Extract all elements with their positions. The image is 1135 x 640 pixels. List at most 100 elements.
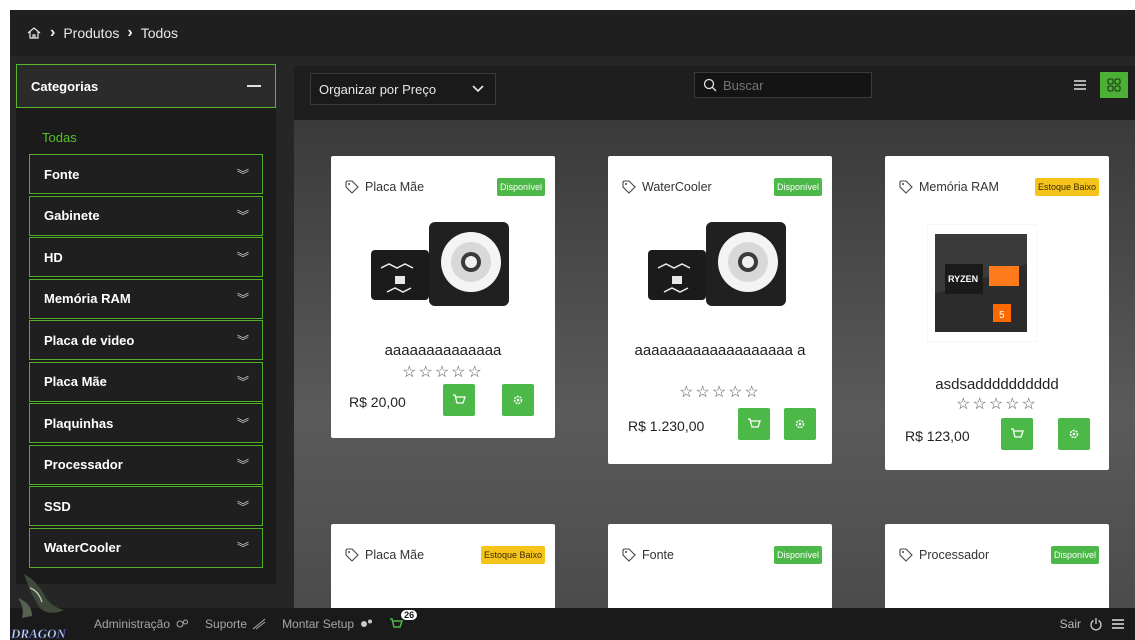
nav-support[interactable]: Suporte <box>205 617 266 631</box>
product-card[interactable]: Memória RAM Estoque Baixo RYZEN 5 asdsad… <box>885 156 1109 470</box>
settings-button[interactable] <box>1058 418 1090 450</box>
category-label: Gabinete <box>44 208 100 223</box>
nav-build-setup[interactable]: Montar Setup <box>282 617 373 631</box>
product-card[interactable]: WaterCooler Disponível aaaaaaaaaaaaaaaaa… <box>608 156 832 464</box>
app-window: › Produtos › Todos Categorias Todas Font… <box>10 10 1135 640</box>
product-price: R$ 20,00 <box>349 394 406 410</box>
chevron-down-icon: ︾ <box>236 333 249 348</box>
collapse-icon[interactable] <box>247 85 261 87</box>
breadcrumb-separator: › <box>127 24 133 41</box>
settings-button[interactable] <box>784 408 816 440</box>
add-to-cart-button[interactable] <box>738 408 770 440</box>
search-box[interactable] <box>694 72 872 98</box>
category-item-placa-de-video[interactable]: Placa de video ︾ <box>29 320 263 360</box>
status-badge: Disponível <box>773 178 822 196</box>
category-label: Placa de video <box>44 332 135 348</box>
chevron-down-icon: ︾ <box>236 250 249 265</box>
card-category-label: Fonte <box>642 548 674 562</box>
tag-icon <box>899 548 913 562</box>
nav-admin[interactable]: Administração <box>94 617 189 631</box>
card-header: Placa Mãe Disponível <box>345 178 545 196</box>
tag-icon <box>345 548 359 562</box>
bottom-nav: Administração Suporte Montar Setup 26 Sa… <box>10 608 1135 640</box>
card-header: Placa Mãe Estoque Baixo <box>345 546 545 564</box>
card-category-label: Memória RAM <box>919 180 999 194</box>
product-price: R$ 1.230,00 <box>628 418 705 434</box>
card-header: Fonte Disponível <box>622 546 822 564</box>
search-input[interactable] <box>723 77 863 93</box>
grid-view-button[interactable] <box>1100 72 1128 98</box>
breadcrumb-item-produtos[interactable]: Produtos <box>63 25 119 41</box>
search-icon <box>703 78 717 92</box>
category-item-placa-mae[interactable]: Placa Mãe ︾ <box>29 361 263 402</box>
breadcrumb-separator: › <box>50 24 56 41</box>
category-item-processador[interactable]: Processador ︾ <box>29 444 263 485</box>
card-category-label: WaterCooler <box>642 180 712 194</box>
gears-icon <box>361 619 373 627</box>
card-header: Processador Disponível <box>899 546 1099 564</box>
rating-stars[interactable]: ☆☆☆☆☆ <box>885 394 1109 414</box>
card-category: Memória RAM <box>899 180 999 194</box>
category-label: SSD <box>44 498 71 514</box>
cart-icon <box>390 618 404 628</box>
add-to-cart-button[interactable] <box>443 384 475 416</box>
sort-select[interactable]: Organizar por Preço <box>310 73 496 105</box>
category-item-ssd[interactable]: SSD ︾ <box>29 486 263 526</box>
card-category-label: Processador <box>919 548 990 562</box>
product-price: R$ 123,00 <box>905 428 970 444</box>
categories-header[interactable]: Categorias <box>16 64 276 108</box>
svg-text:RYZEN: RYZEN <box>948 274 978 284</box>
category-item-fonte[interactable]: Fonte ︾ <box>29 154 263 194</box>
card-category: Placa Mãe <box>345 180 424 194</box>
chevron-down-icon: ︾ <box>236 167 249 182</box>
category-label: HD <box>44 249 63 265</box>
list-view-button[interactable] <box>1068 72 1092 98</box>
category-item-hd[interactable]: HD ︾ <box>29 237 263 277</box>
add-to-cart-button[interactable] <box>1001 418 1033 450</box>
category-item-plaquinhas[interactable]: Plaquinhas ︾ <box>29 403 263 443</box>
breadcrumb-item-todos[interactable]: Todos <box>141 25 178 41</box>
category-item-memoria-ram[interactable]: Memória RAM ︾ <box>29 278 263 319</box>
category-label: WaterCooler <box>44 540 121 555</box>
category-all-link[interactable]: Todas <box>42 130 77 145</box>
chevron-down-icon: ︾ <box>236 375 249 389</box>
category-item-gabinete[interactable]: Gabinete ︾ <box>29 195 263 236</box>
settings-button[interactable] <box>502 384 534 416</box>
product-card[interactable]: Fonte Disponível <box>608 524 832 610</box>
tag-icon <box>622 180 636 194</box>
status-badge: Estoque Baixo <box>1034 178 1099 196</box>
nav-build-setup-label: Montar Setup <box>282 617 355 631</box>
product-card[interactable]: Placa Mãe Disponível aaaaaaaaaaaaaa ☆☆☆☆… <box>331 156 555 438</box>
tag-icon <box>622 548 636 562</box>
menu-icon[interactable] <box>1111 618 1125 630</box>
card-header: Memória RAM Estoque Baixo <box>899 178 1099 196</box>
rating-stars[interactable]: ☆☆☆☆☆ <box>331 362 555 382</box>
product-name: aaaaaaaaaaaaaaaaaaa a <box>634 342 806 359</box>
chevron-down-icon: ︾ <box>236 458 249 472</box>
product-card[interactable]: Placa Mãe Estoque Baixo <box>331 524 555 610</box>
power-icon[interactable] <box>1089 617 1103 631</box>
cart-icon <box>453 394 466 404</box>
product-name: aaaaaaaaaaaaaa <box>384 342 502 359</box>
product-grid: Placa Mãe Disponível aaaaaaaaaaaaaa ☆☆☆☆… <box>294 120 1135 610</box>
rating-stars[interactable]: ☆☆☆☆☆ <box>608 382 832 402</box>
nav-cart[interactable]: 26 <box>389 610 418 630</box>
nav-admin-label: Administração <box>94 617 171 631</box>
category-label: Memória RAM <box>44 291 131 306</box>
watercooler-image <box>371 222 509 306</box>
category-list: Fonte ︾ Gabinete ︾ HD ︾ Memória RAM ︾ Placa … <box>29 154 263 569</box>
category-item-watercooler[interactable]: WaterCooler ︾ <box>29 527 263 568</box>
logout-area: Sair <box>1060 608 1125 640</box>
gear-icon <box>795 419 805 429</box>
admin-gears-icon <box>176 619 189 628</box>
breadcrumb: › Produtos › Todos <box>10 10 1135 56</box>
logout-button[interactable]: Sair <box>1060 617 1081 631</box>
grid-icon <box>1107 78 1121 92</box>
card-category: Processador <box>899 548 989 562</box>
dragon-logo[interactable]: DRAGON <box>10 568 76 640</box>
home-icon[interactable] <box>26 25 42 41</box>
product-card[interactable]: Processador Disponível <box>885 524 1109 610</box>
list-icon <box>1074 80 1086 90</box>
tag-icon <box>345 180 359 194</box>
card-header: WaterCooler Disponível <box>622 178 822 196</box>
